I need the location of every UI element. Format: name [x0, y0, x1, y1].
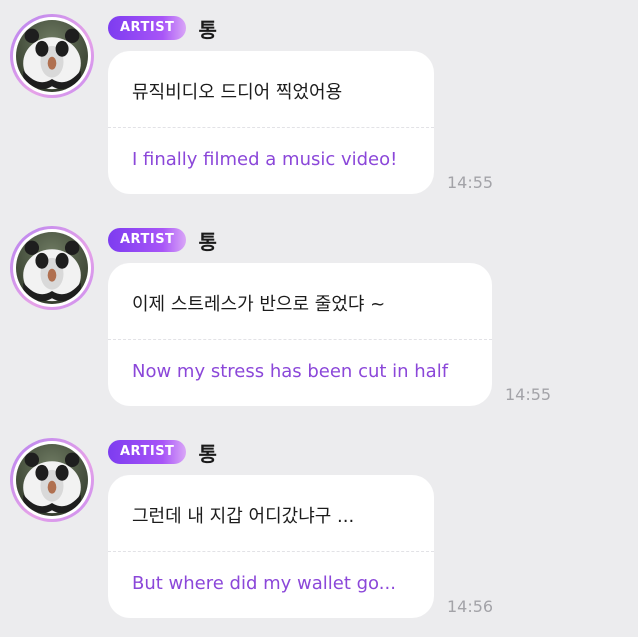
message-text-translation: Now my stress has been cut in half — [132, 361, 449, 382]
chat-message: ARTIST 통 그런데 내 지갑 어디갔냐구 ... But where di… — [0, 424, 638, 624]
message-bubble[interactable]: 그런데 내 지갑 어디갔냐구 ... But where did my wall… — [108, 475, 434, 618]
artist-badge: ARTIST — [108, 16, 187, 40]
avatar[interactable] — [10, 438, 94, 522]
translation-divider — [108, 551, 434, 552]
sender-name: 통 — [198, 229, 217, 254]
message-text-translation: But where did my wallet go... — [132, 573, 396, 594]
message-bubble[interactable]: 이제 스트레스가 반으로 줄었댜 ~ Now my stress has bee… — [108, 263, 492, 406]
message-text-original: 이제 스트레스가 반으로 줄었댜 ~ — [132, 294, 386, 315]
panda-avatar-image — [16, 232, 88, 304]
message-header: ARTIST 통 — [108, 15, 217, 42]
message-bubble[interactable]: 뮤직비디오 드디어 찍었어용 I finally filmed a music … — [108, 51, 434, 194]
avatar[interactable] — [10, 14, 94, 98]
sender-name: 통 — [198, 441, 217, 466]
message-text-original: 뮤직비디오 드디어 찍었어용 — [132, 82, 343, 103]
timestamp: 14:55 — [447, 173, 494, 192]
timestamp: 14:55 — [505, 385, 552, 404]
message-text-translation: I finally filmed a music video! — [132, 149, 398, 170]
chat-message: ARTIST 통 뮤직비디오 드디어 찍었어용 I finally filmed… — [0, 0, 638, 200]
panda-avatar-image — [16, 20, 88, 92]
sender-name: 통 — [198, 17, 217, 42]
avatar[interactable] — [10, 226, 94, 310]
panda-avatar-image — [16, 444, 88, 516]
chat-message: ARTIST 통 이제 스트레스가 반으로 줄었댜 ~ Now my stres… — [0, 212, 638, 412]
message-text-original: 그런데 내 지갑 어디갔냐구 ... — [132, 506, 355, 527]
translation-divider — [108, 339, 492, 340]
artist-badge: ARTIST — [108, 228, 187, 252]
message-header: ARTIST 통 — [108, 227, 217, 254]
message-header: ARTIST 통 — [108, 439, 217, 466]
timestamp: 14:56 — [447, 597, 494, 616]
translation-divider — [108, 127, 434, 128]
artist-badge: ARTIST — [108, 440, 187, 464]
